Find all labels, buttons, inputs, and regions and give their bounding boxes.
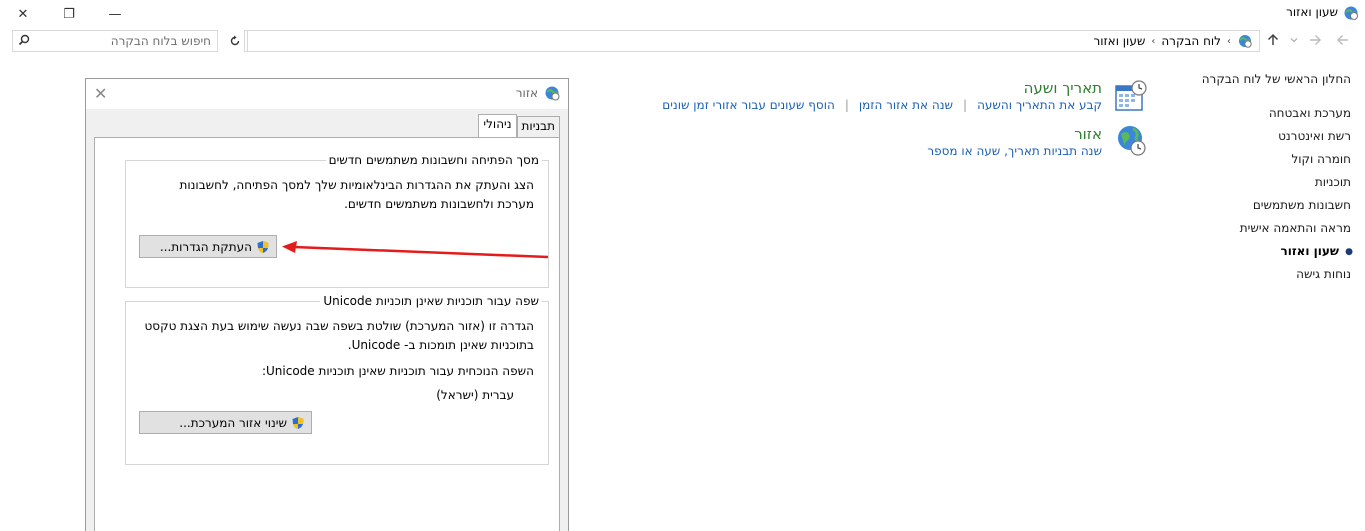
breadcrumb-separator[interactable]: › [1227, 36, 1231, 47]
region-dialog: אזור ✕ תבניות ניהולי מסך הפתיחה וחשבונות… [85, 78, 569, 531]
change-formats-link[interactable]: שנה תבניות תאריך, שעה או מספר [927, 144, 1102, 158]
forward-arrow-icon[interactable] [1308, 33, 1322, 47]
dialog-title: אזור [515, 86, 538, 100]
welcome-group-text: הצג והעתק את ההגדרות הבינלאומיות שלך למס… [179, 178, 534, 211]
sidebar-item-system-security[interactable]: מערכת ואבטחה [1269, 106, 1351, 120]
calendar-clock-icon [1115, 80, 1147, 111]
minimize-icon: — [108, 6, 122, 22]
dialog-tabs: תבניות ניהולי [478, 114, 560, 137]
back-arrow-icon[interactable] [1336, 33, 1350, 47]
tab-formats[interactable]: תבניות [516, 116, 560, 137]
globe-clock-icon [1118, 126, 1146, 156]
sidebar-item-ease-of-access[interactable]: נוחות גישה [1296, 267, 1351, 281]
sidebar-item-hardware[interactable]: חומרה וקול [1291, 152, 1351, 166]
window-title: שעון ואזור [1286, 5, 1338, 19]
refresh-icon [230, 35, 240, 46]
breadcrumb-clock-region[interactable]: שעון ואזור [1093, 34, 1145, 48]
unicode-language-group: שפה עבור תוכניות שאינן תוכניות Unicode ה… [125, 294, 549, 465]
sidebar-item-clock-region[interactable]: שעון ואזור [1280, 244, 1339, 258]
datetime-links: קבע את התאריך והשעה | שנה את אזור הזמן |… [662, 98, 1102, 112]
welcome-screen-group: מסך הפתיחה וחשבונות משתמשים חדשים הצג וה… [125, 153, 549, 288]
breadcrumb-control-panel[interactable]: לוח הבקרה [1161, 34, 1221, 48]
current-language-label: השפה הנוכחית עבור תוכניות שאינן תוכניות … [261, 364, 534, 378]
control-panel-icon [1344, 6, 1358, 20]
search-icon [18, 34, 30, 46]
welcome-group-legend: מסך הפתיחה וחשבונות משתמשים חדשים [325, 153, 542, 167]
address-bar[interactable]: › לוח הבקרה › שעון ואזור [226, 30, 1260, 52]
breadcrumb-separator[interactable]: › [1151, 36, 1155, 47]
dialog-title-bar: אזור ✕ [86, 79, 568, 109]
region-category-title[interactable]: אזור [1074, 125, 1102, 143]
restore-icon: ❐ [63, 6, 75, 22]
annotation-arrow [282, 241, 549, 259]
region-links: שנה תבניות תאריך, שעה או מספר [927, 144, 1102, 158]
close-icon: ✕ [17, 6, 29, 22]
close-window-button[interactable]: ✕ [0, 0, 46, 28]
uac-shield-icon [292, 416, 304, 429]
dialog-close-button[interactable]: ✕ [94, 84, 107, 103]
sidebar-item-appearance[interactable]: מראה והתאמה אישית [1240, 221, 1351, 235]
current-language-value: עברית (ישראל) [436, 388, 514, 402]
recent-locations-icon[interactable] [1289, 35, 1299, 45]
sidebar-item-programs[interactable]: תוכניות [1315, 175, 1351, 189]
datetime-category-title[interactable]: תאריך ושעה [1024, 79, 1102, 97]
change-time-zone-link[interactable]: שנה את אזור הזמן [859, 98, 953, 112]
control-panel-small-icon [1239, 35, 1252, 48]
set-date-time-link[interactable]: קבע את התאריך והשעה [977, 98, 1102, 112]
unicode-group-legend: שפה עבור תוכניות שאינן תוכניות Unicode [320, 294, 542, 308]
breadcrumb: › לוח הבקרה › שעון ואזור [1093, 33, 1253, 49]
change-system-locale-button[interactable]: שינוי אזור המערכת... [139, 411, 312, 434]
copy-settings-button[interactable]: העתקת הגדרות... [139, 235, 277, 258]
uac-shield-icon [257, 240, 269, 253]
unicode-group-text: הגדרה זו (אזור המערכת) שולטת בשפה שבה נע… [144, 319, 535, 352]
search-placeholder: חיפוש בלוח הבקרה [110, 34, 211, 48]
add-clocks-link[interactable]: הוסף שעונים עבור אזורי זמן שונים [662, 98, 835, 112]
refresh-button[interactable] [226, 30, 245, 52]
tab-administrative[interactable]: ניהולי [478, 114, 517, 137]
sidebar-item-network[interactable]: רשת ואינטרנט [1278, 129, 1351, 143]
search-box[interactable]: חיפוש בלוח הבקרה [12, 30, 218, 52]
up-arrow-icon[interactable] [1266, 33, 1280, 47]
sidebar-item-user-accounts[interactable]: חשבונות משתמשים [1253, 198, 1351, 212]
sidebar-home-link[interactable]: החלון הראשי של לוח הבקרה [1202, 72, 1351, 86]
minimize-window-button[interactable]: — [92, 0, 138, 28]
administrative-panel: מסך הפתיחה וחשבונות משתמשים חדשים הצג וה… [94, 137, 560, 531]
region-dialog-icon [545, 86, 560, 101]
restore-window-button[interactable]: ❐ [46, 0, 92, 28]
current-item-bullet: ● [1345, 247, 1353, 257]
